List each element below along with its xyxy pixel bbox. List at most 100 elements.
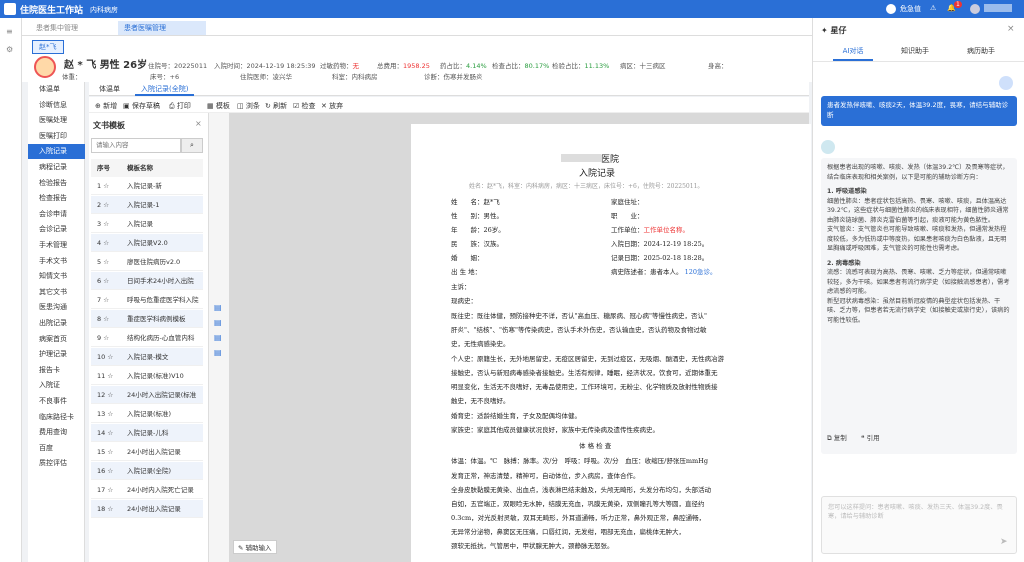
copy-button[interactable]: ⧉ 复制 [827,434,847,444]
send-icon[interactable]: ➤ [1000,537,1008,547]
sidebar-item[interactable]: 临床路径卡 [28,410,85,425]
table-row[interactable]: 7 ☆ 呼吸与危重症医学科入院 [91,291,203,309]
table-row[interactable]: 1 ☆ 入院记录-新 [91,177,203,195]
user-message: 患者发热伴咳嗽、咳痰2天，体温39.2度，畏寒，请结与辅助诊断 [821,96,1017,126]
discard-button[interactable]: ✕ 放弃 [321,101,343,111]
table-row[interactable]: 9 ☆ 结构化病历-心血管内科 [91,329,203,347]
field-age: 年 龄：26岁。 [451,226,505,234]
sidebar-item[interactable]: 医嘱打印 [28,129,85,144]
sidebar-item[interactable]: 手术管理 [28,238,85,253]
table-row[interactable]: 5 ☆ 廖医住院病历v2.0 [91,253,203,271]
close-icon[interactable]: × [195,119,202,128]
diagnosis: 诊断：伤寒并发肠炎 [424,73,483,81]
sidebar-item[interactable]: 百度 [28,441,85,456]
sidebar-item[interactable]: 病程记录 [28,160,85,175]
tab-ai-chat[interactable]: AI对话 [833,46,873,61]
sidebar-item[interactable]: 其它文书 [28,285,85,300]
document-page[interactable]: 医院 入院记录 姓名：赵*飞，科室：内科病房，病区：十三病区，床位号：+6，住院… [411,124,811,562]
table-row[interactable]: 15 ☆ 24小时出入院记录 [91,443,203,461]
table-row[interactable]: 17 ☆ 24小时内入院死亡记录 [91,481,203,499]
template-button[interactable]: ▦ 模板 [207,101,230,111]
sidebar-item[interactable]: 不良事件 [28,394,85,409]
app-logo-icon [4,3,16,15]
sidebar-item[interactable]: 手术文书 [28,254,85,269]
assist-input-button[interactable]: ✎ 辅助输入 [233,540,277,554]
tab-knowledge[interactable]: 知识助手 [901,46,929,56]
table-row[interactable]: 4 ☆ 入院记录V2.0 [91,234,203,252]
sidebar-item[interactable]: 病案首页 [28,332,85,347]
sidebar-item[interactable]: 护理记录 [28,347,85,362]
tab-record-helper[interactable]: 病历助手 [967,46,995,56]
field-admit: 入院日期：2024-12-19 18:25。 [611,240,709,248]
doc-line: 发育正常，神志清楚，精神可，自动体位，步入病房，查体合作。 [451,472,640,480]
sidebar-item[interactable]: 质控评估 [28,456,85,471]
quote-button[interactable]: ❝ 引用 [861,434,880,444]
save-draft-button[interactable]: ▣ 保存草稿 [123,101,160,111]
doc-line: 颈软无抵抗，气管居中，甲状腺无肿大，颈静脉无怒张。 [451,542,614,550]
table-row[interactable]: 13 ☆ 入院记录(标准) [91,405,203,423]
dept-selector[interactable]: 内科病房 [90,5,118,15]
critical-value-button[interactable]: 危急值 [900,4,921,14]
table-row[interactable]: 2 ☆ 入院记录-1 [91,196,203,214]
close-icon[interactable]: × [1007,24,1015,34]
table-row[interactable]: 10 ☆ 入院记录-模文 [91,348,203,366]
sidebar-item-admission-record[interactable]: 入院记录 [28,144,85,160]
field-name: 姓 名：赵*飞 [451,198,500,206]
doc-tool-icon[interactable]: ▤ [214,318,222,327]
sidebar-item[interactable]: 出院记录 [28,316,85,331]
height: 身高： [708,62,728,70]
table-row[interactable]: 16 ☆ 入院记录(全院) [91,462,203,480]
alert-icon[interactable]: ⚠ [930,4,936,12]
sidebar-item[interactable]: 会诊申请 [28,207,85,222]
table-row[interactable]: 3 ☆ 入院记录 [91,215,203,233]
browse-button[interactable]: ◫ 浏条 [237,101,260,111]
question-input[interactable]: 您可以这样提问：患者咳嗽、咳痰、发热三天、体温39.2度、畏寒，请给与辅助诊断 … [821,496,1017,554]
add-button[interactable]: ⊕ 新增 [95,101,117,111]
sidebar-item[interactable]: 体温单 [28,82,85,97]
sidebar-item[interactable]: 检验报告 [28,176,85,191]
table-row[interactable]: 6 ☆ 日间手术24小时入出院 [91,272,203,290]
check-button[interactable]: ☑ 检查 [293,101,316,111]
present-illness[interactable]: 现病史： [451,295,477,305]
table-row[interactable]: 11 ☆ 入院记录(标准)V10 [91,367,203,385]
print-button[interactable]: ⎙ 打印 [169,101,191,111]
field-job: 职 业： [611,212,644,220]
table-row[interactable]: 14 ☆ 入院记录-儿科 [91,424,203,442]
doc-line: 无异常分泌物，鼻窦区无压痛，口唇红润，无发绀，咽部无充血，扁桃体无肿大， [451,528,685,536]
sidebar-item[interactable]: 检查报告 [28,191,85,206]
menu-icon[interactable]: ≡ [6,27,13,36]
sidebar-item[interactable]: 报告卡 [28,363,85,378]
sidebar-item[interactable]: 入院证 [28,378,85,393]
test-ratio: 检验占比：11.13% [552,62,610,70]
assistant-title: ✦ 星仔 [821,26,847,35]
sidebar-item[interactable]: 会诊记录 [28,222,85,237]
tab-patient-management[interactable]: 患者集中管理 [30,21,118,35]
sidebar-item[interactable]: 知情文书 [28,269,85,284]
doc-tool-icon[interactable]: ▤ [214,333,222,342]
weight: 体重： [62,73,82,81]
search-icon[interactable]: ⌕ [181,138,203,153]
tab-admission-record[interactable]: 入院记录(全院) [135,83,195,96]
sidebar-item[interactable]: 费用查询 [28,425,85,440]
sidebar-item[interactable]: 医患沟通 [28,300,85,315]
user-name[interactable] [984,4,1012,12]
vital-signs[interactable]: 体温：体温。℃ 脉搏：脉率。次/分 呼吸：呼吸。次/分 血压：收缩压/舒张压mm… [451,455,708,465]
table-row[interactable]: 12 ☆ 24小时入出院记录(标准 [91,386,203,404]
tab-order-management[interactable]: 患者医嘱管理 [118,21,206,35]
patient-tab[interactable]: 赵*飞 [32,40,64,54]
template-search-input[interactable] [91,138,181,153]
chief-complaint[interactable]: 主诉： [451,281,471,291]
field-ethnic: 民 族：汉族。 [451,240,503,248]
tab-temperature[interactable]: 体温单 [93,83,126,96]
doc-tool-icon[interactable]: ▤ [214,348,222,357]
settings-icon[interactable]: ⚙ [6,45,13,54]
bot-reply: 根据患者出现的咳嗽、咳痰、发热（体温39.2℃）及畏寒等症状，结合临床表现和相关… [821,158,1017,454]
field-address: 家庭住址： [611,198,644,206]
sidebar-item[interactable]: 医嘱处理 [28,113,85,128]
avatar[interactable] [970,4,980,14]
doc-tool-icon[interactable]: ▤ [214,303,222,312]
sidebar-item[interactable]: 诊断信息 [28,98,85,113]
refresh-button[interactable]: ↻ 刷新 [265,101,287,111]
table-row[interactable]: 8 ☆ 重症医学科病例模板 [91,310,203,328]
table-row[interactable]: 18 ☆ 24小时出入院记录 [91,500,203,518]
